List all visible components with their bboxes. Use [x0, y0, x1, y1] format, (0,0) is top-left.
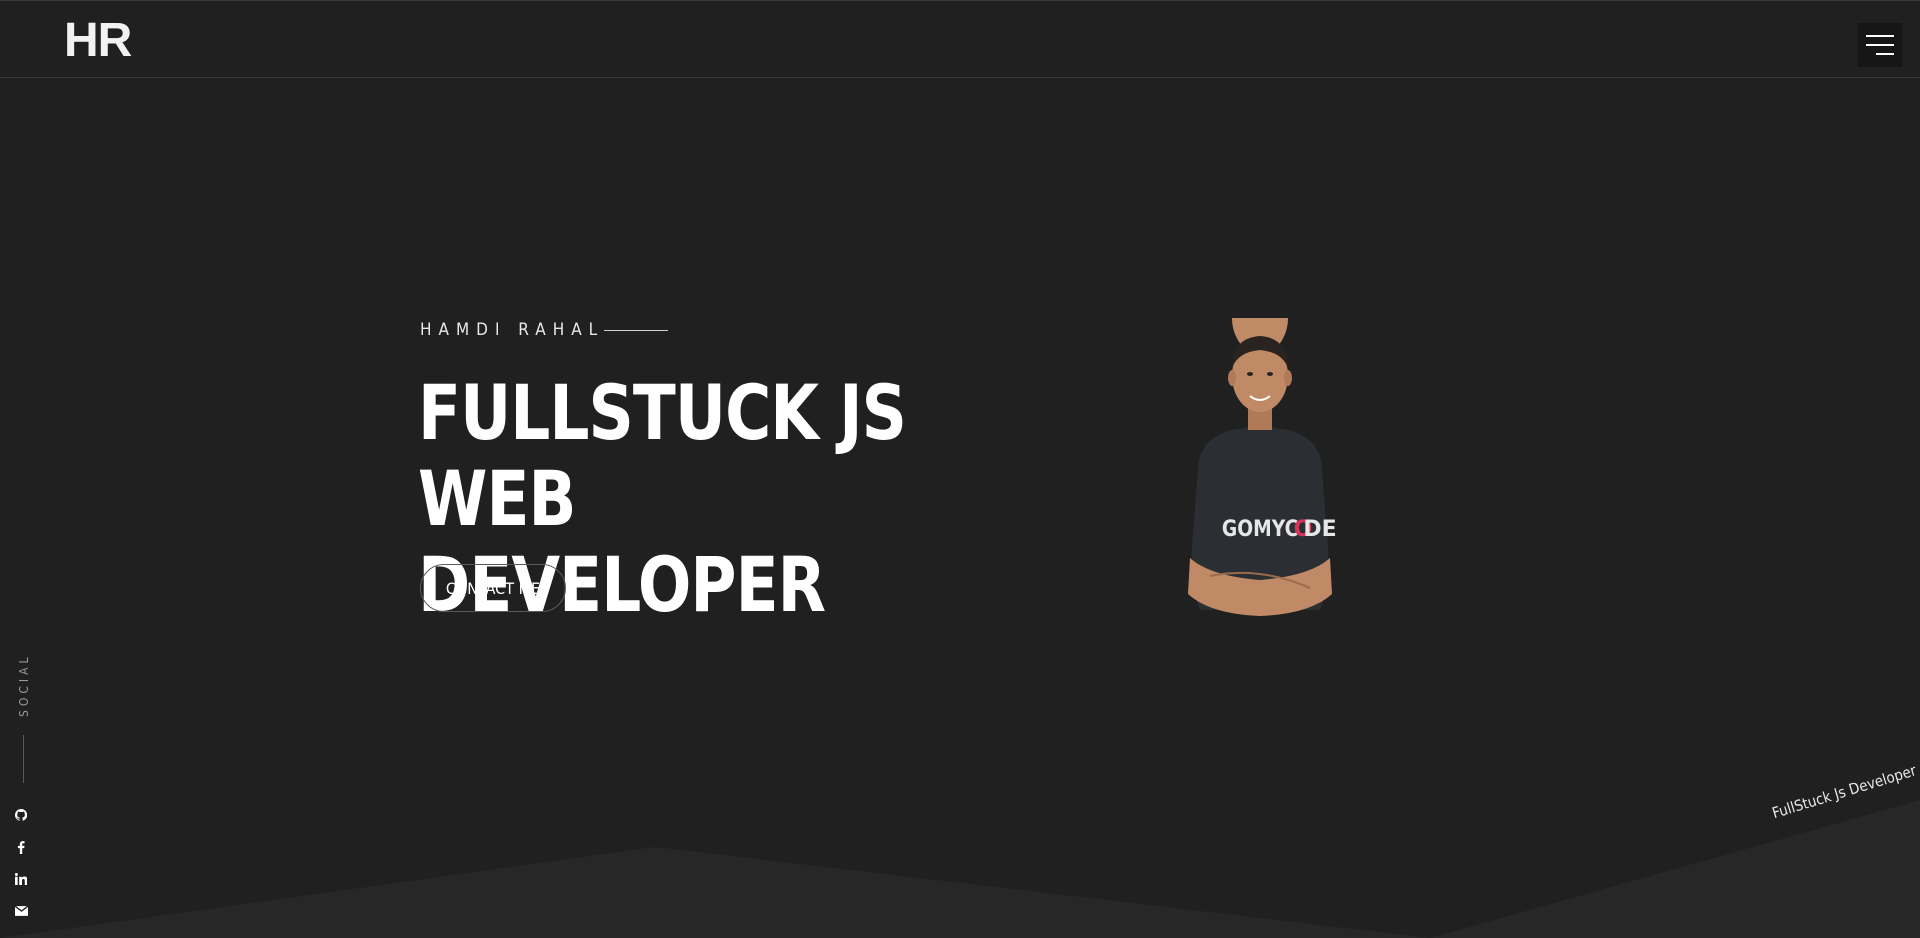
logo[interactable]: HR	[64, 13, 132, 68]
tagline: FullStuck Js Developer	[1770, 761, 1919, 823]
email-icon[interactable]	[12, 902, 30, 920]
page: HR HAMDI RAHAL FULLSTUCK JS WEB DEVELOPE…	[0, 0, 1920, 938]
contact-me-button[interactable]: CONTACT ME	[420, 564, 566, 612]
headline-line-1: FULLSTUCK JS WEB	[418, 368, 907, 543]
hero-name: HAMDI RAHAL	[420, 320, 605, 340]
hero-eyebrow: HAMDI RAHAL	[420, 320, 669, 340]
social-divider	[23, 735, 24, 783]
eyebrow-divider	[604, 329, 669, 331]
top-header: HR	[0, 0, 1920, 78]
svg-text:GOMYC: GOMYC	[1222, 516, 1298, 542]
hamburger-icon-line	[1866, 44, 1894, 46]
facebook-icon[interactable]	[12, 838, 30, 856]
hamburger-icon	[1866, 35, 1894, 37]
hamburger-menu-button[interactable]	[1858, 23, 1902, 67]
social-label: SOCIAL	[17, 653, 31, 717]
portrait-image: GOMYC O DE	[1188, 318, 1337, 616]
hamburger-icon-line	[1876, 53, 1894, 55]
github-icon[interactable]	[12, 806, 30, 824]
linkedin-icon[interactable]	[12, 870, 30, 888]
svg-text:DE: DE	[1303, 517, 1336, 542]
